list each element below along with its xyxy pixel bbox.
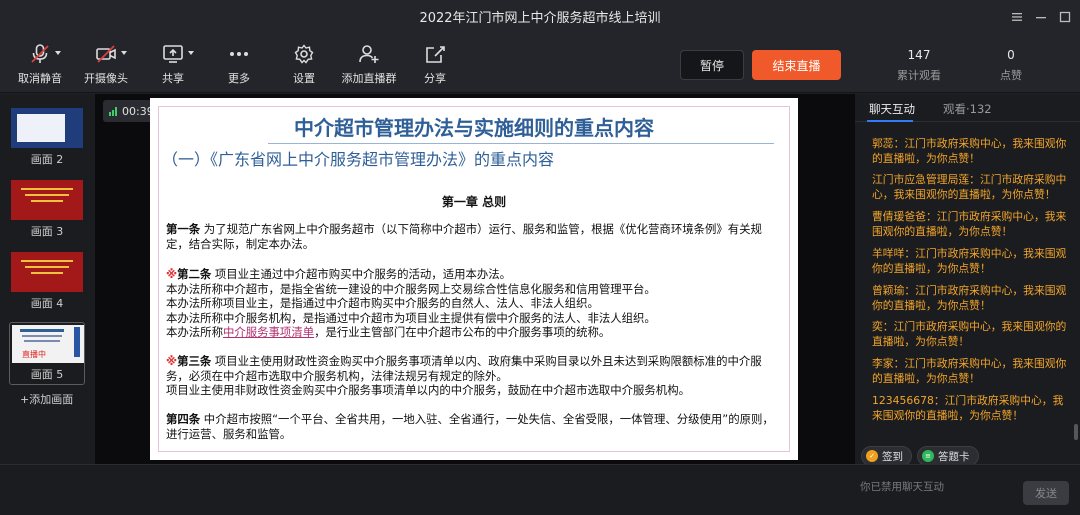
window-title: 2022年江门市网上中介服务超市线上培训 bbox=[419, 11, 661, 26]
chat-message: 曹倩瑗爸爸：江门市政府采购中心，我来围观你的直播啦，为你点赞！ bbox=[872, 210, 1067, 238]
scene-thumb-2[interactable]: 画面 2 bbox=[9, 108, 85, 167]
more-button[interactable]: 更多 bbox=[207, 43, 271, 89]
chat-scrollbar[interactable] bbox=[1074, 424, 1078, 440]
chat-panel: 聊天互动 观看·132 郭蕊：江门市政府采购中心，我来围观你的直播啦，为你点赞！… bbox=[855, 94, 1080, 466]
live-stage: 00:39:10 中介超市管理办法与实施细则的重点内容 （一）《广东省网上中介服… bbox=[95, 94, 855, 464]
scene-sidebar: 画面 2 画面 3 画面 4 直播中 画面 5 +添加画面 bbox=[0, 94, 95, 464]
article-3: ※第三条 项目业主使用财政性资金购买中介服务事项清单以内、政府集中采购目录以外且… bbox=[166, 354, 762, 398]
window-controls bbox=[1005, 0, 1080, 33]
scene-thumb-3[interactable]: 画面 3 bbox=[9, 180, 85, 239]
add-live-group-button[interactable]: 添加直播群 bbox=[337, 43, 401, 89]
minimize-icon[interactable] bbox=[1029, 5, 1053, 29]
scene-label: 画面 5 bbox=[30, 368, 64, 381]
share-out-icon bbox=[424, 43, 446, 65]
scene-thumb-5[interactable]: 直播中 画面 5 bbox=[9, 322, 85, 385]
signal-icon bbox=[109, 106, 117, 116]
send-button[interactable]: 发送 bbox=[1023, 481, 1069, 505]
settings-button[interactable]: 设置 bbox=[272, 43, 336, 89]
chevron-down-icon bbox=[188, 51, 194, 55]
article-1: 第一条 为了规范广东省网上中介服务超市（以下简称中介超市）运行、服务和监管，根据… bbox=[166, 222, 762, 251]
gear-icon bbox=[293, 43, 315, 65]
scene-label: 画面 4 bbox=[30, 297, 64, 310]
chat-message: 江门市应急管理局莲：江门市政府采购中心，我来围观你的直播啦，为你点赞！ bbox=[872, 173, 1067, 201]
active-tab-indicator bbox=[867, 120, 913, 122]
chat-message: 曾颖瑜：江门市政府采购中心，我来围观你的直播啦，为你点赞！ bbox=[872, 284, 1067, 312]
scene-preview bbox=[11, 108, 83, 148]
camera-off-icon bbox=[95, 43, 127, 65]
tab-chat[interactable]: 聊天互动 bbox=[869, 101, 915, 117]
tab-viewers[interactable]: 观看·132 bbox=[943, 101, 992, 117]
add-user-icon bbox=[358, 43, 380, 65]
screen-share-icon bbox=[162, 43, 194, 65]
chat-message: 奕：江门市政府采购中心，我来围观你的直播啦，为你点赞！ bbox=[872, 320, 1067, 348]
chat-message: 李家：江门市政府采购中心，我来围观你的直播啦，为你点赞！ bbox=[872, 357, 1067, 385]
scene-thumb-4[interactable]: 画面 4 bbox=[9, 252, 85, 311]
likes-value: 0 bbox=[1007, 48, 1015, 62]
end-live-button[interactable]: 结束直播 bbox=[752, 50, 841, 80]
share-link-button[interactable]: 分享 bbox=[403, 43, 467, 89]
slide-subtitle: （一）《广东省网上中介服务超市管理办法》的重点内容 bbox=[162, 150, 555, 169]
checkin-button[interactable]: ✓ 签到 bbox=[861, 446, 912, 466]
menu-icon[interactable] bbox=[1005, 5, 1029, 29]
checkin-icon: ✓ bbox=[866, 450, 878, 462]
add-scene-button[interactable]: +添加画面 bbox=[20, 391, 73, 407]
total-views-stat: 147 累计观看 bbox=[884, 48, 954, 83]
title-bar: 2022年江门市网上中介服务超市线上培训 bbox=[0, 0, 1080, 33]
chat-disabled-notice: 你已禁用聊天互动 bbox=[860, 481, 944, 493]
scene-label: 画面 2 bbox=[30, 153, 64, 166]
answer-card-button[interactable]: ≡ 答题卡 bbox=[917, 446, 979, 466]
chevron-down-icon bbox=[55, 51, 61, 55]
camera-button[interactable]: 开摄像头 bbox=[74, 43, 138, 89]
more-dots-icon bbox=[228, 43, 250, 65]
maximize-icon[interactable] bbox=[1053, 5, 1077, 29]
live-badge: 直播中 bbox=[22, 350, 46, 359]
scene-preview: 直播中 bbox=[12, 325, 84, 363]
chat-message: 123456678：江门市政府采购中心，我来围观你的直播啦，为你点赞！ bbox=[872, 394, 1064, 422]
chat-message: 郭蕊：江门市政府采购中心，我来围观你的直播啦，为你点赞！ bbox=[872, 137, 1067, 165]
chevron-down-icon bbox=[121, 51, 127, 55]
likes-label: 点赞 bbox=[1000, 69, 1022, 82]
chapter-heading: 第一章 总则 bbox=[441, 195, 507, 209]
slide-divider bbox=[268, 143, 774, 144]
mic-muted-icon bbox=[29, 43, 61, 65]
share-screen-button[interactable]: 共享 bbox=[141, 43, 205, 89]
article-2: ※第二条 项目业主通过中介超市购买中介服务的活动，适用本办法。 本办法所称中介超… bbox=[166, 267, 656, 340]
scene-label: 画面 3 bbox=[30, 225, 64, 238]
scene-preview bbox=[11, 180, 83, 220]
article-4: 第四条 中介超市按照“一个平台、全省共用，一地入驻、全省通行，一处失信、全省受限… bbox=[166, 412, 774, 441]
answer-card-icon: ≡ bbox=[922, 450, 934, 462]
scene-preview bbox=[11, 252, 83, 292]
total-views-label: 累计观看 bbox=[897, 69, 941, 82]
total-views-value: 147 bbox=[907, 48, 931, 62]
chat-message: 羊咩咩：江门市政府采购中心，我来围观你的直播啦，为你点赞！ bbox=[872, 247, 1067, 275]
chat-tabs: 聊天互动 观看·132 bbox=[855, 94, 1080, 122]
slide-title: 中介超市管理办法与实施细则的重点内容 bbox=[294, 116, 654, 140]
pause-button[interactable]: 暂停 bbox=[680, 50, 744, 80]
unmute-button[interactable]: 取消静音 bbox=[8, 43, 72, 89]
presentation-slide: 中介超市管理办法与实施细则的重点内容 （一）《广东省网上中介服务超市管理办法》的… bbox=[150, 98, 798, 460]
likes-stat: 0 点赞 bbox=[976, 48, 1046, 83]
bottom-bar: 你已禁用聊天互动 发送 bbox=[0, 464, 1080, 515]
